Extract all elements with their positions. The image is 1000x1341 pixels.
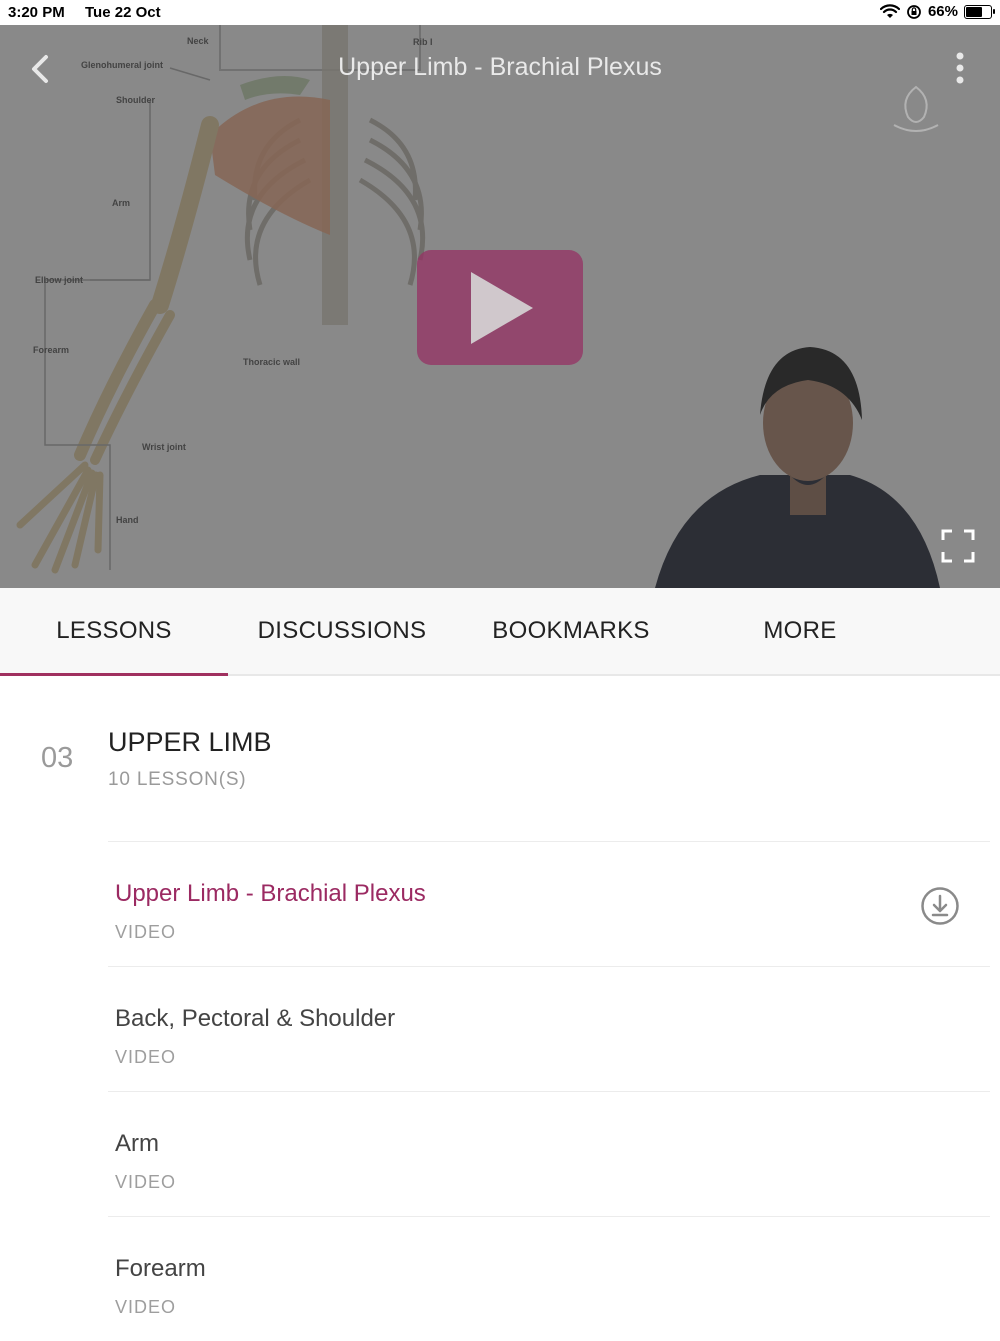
lesson-title: Upper Limb - Brachial Plexus xyxy=(115,880,426,907)
video-title: Upper Limb - Brachial Plexus xyxy=(338,53,662,81)
wifi-icon xyxy=(879,3,900,18)
fullscreen-icon xyxy=(941,529,975,563)
status-date: Tue 22 Oct xyxy=(85,4,161,21)
list-item[interactable]: Back, Pectoral & Shoulder VIDEO xyxy=(108,967,990,1091)
battery-fill xyxy=(966,6,982,17)
status-time: 3:20 PM xyxy=(8,4,65,21)
more-options-button[interactable] xyxy=(948,51,972,87)
more-vertical-icon xyxy=(956,52,964,84)
status-indicators: 66% xyxy=(879,3,995,20)
list-item[interactable]: Upper Limb - Brachial Plexus VIDEO xyxy=(108,842,990,966)
lesson-type: VIDEO xyxy=(115,1172,177,1192)
battery-percent: 66% xyxy=(927,3,958,20)
fullscreen-button[interactable] xyxy=(940,528,976,564)
play-button[interactable] xyxy=(417,250,583,365)
tab-bookmarks[interactable]: BOOKMARKS xyxy=(457,588,685,674)
lesson-title: Forearm xyxy=(115,1255,206,1282)
section-lesson-count: 10 LESSON(S) xyxy=(108,769,247,790)
section-number: 03 xyxy=(41,742,74,774)
tab-bar: LESSONS DISCUSSIONS BOOKMARKS MORE xyxy=(0,588,1000,676)
list-item[interactable]: Arm VIDEO xyxy=(108,1092,990,1216)
tab-discussions[interactable]: DISCUSSIONS xyxy=(228,588,456,674)
download-icon xyxy=(921,887,959,925)
lesson-type: VIDEO xyxy=(115,922,177,942)
status-bar: 3:20 PM Tue 22 Oct 66% xyxy=(0,0,1000,25)
download-button[interactable] xyxy=(920,886,960,926)
lesson-type: VIDEO xyxy=(115,1297,177,1317)
tab-more[interactable]: MORE xyxy=(686,588,914,674)
lesson-title: Back, Pectoral & Shoulder xyxy=(115,1005,396,1032)
video-player[interactable]: Neck Rib I Glenohumeral joint Shoulder A… xyxy=(0,25,1000,588)
brand-watermark-icon xyxy=(893,85,939,132)
lesson-type: VIDEO xyxy=(115,1047,177,1067)
list-item[interactable]: Forearm VIDEO xyxy=(108,1217,990,1341)
section-title: UPPER LIMB xyxy=(108,727,272,757)
play-icon xyxy=(471,272,533,344)
battery-icon xyxy=(964,4,995,19)
tab-lessons[interactable]: LESSONS xyxy=(0,588,228,676)
lesson-title: Arm xyxy=(115,1130,159,1157)
orientation-lock-icon xyxy=(907,4,921,19)
